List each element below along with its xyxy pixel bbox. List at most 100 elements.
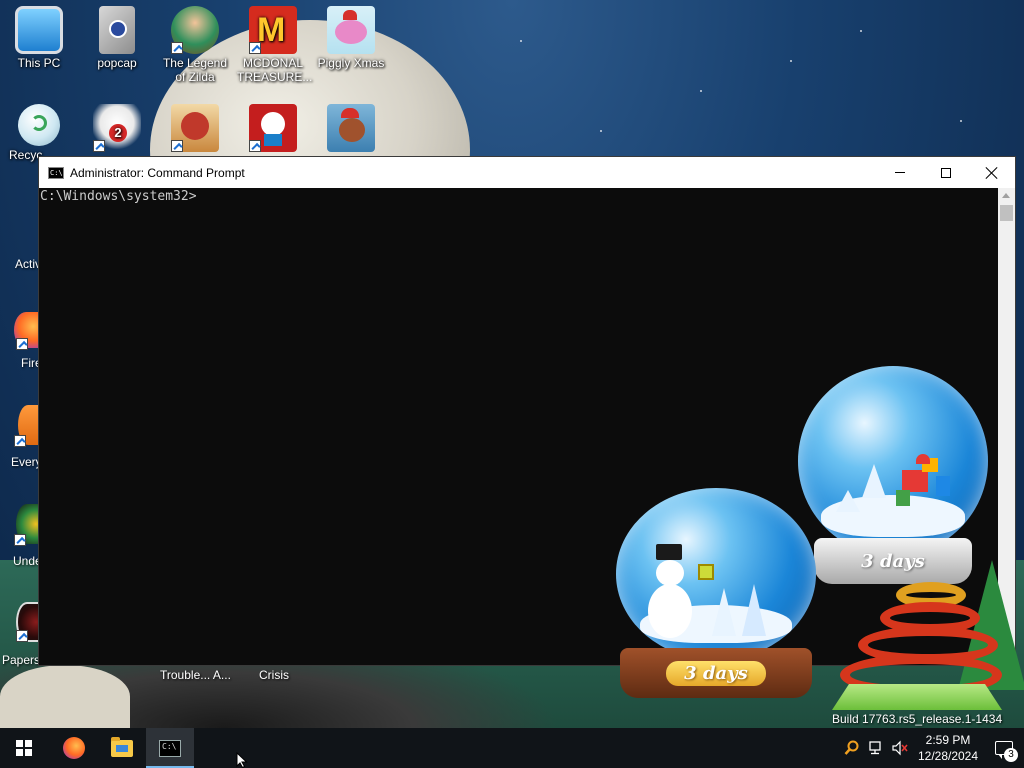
cmd-icon: C:\ bbox=[48, 166, 64, 179]
system-tray: 2:59 PM 12/28/2024 3 bbox=[840, 728, 1024, 768]
tree-icon bbox=[712, 588, 736, 636]
start-button[interactable] bbox=[0, 728, 48, 768]
angry-bird-icon bbox=[171, 104, 219, 152]
clock-time: 2:59 PM bbox=[925, 733, 971, 747]
desktop-icon-legend-of-zilda[interactable]: The Legend of Zilda bbox=[157, 6, 233, 84]
gift-icon bbox=[896, 490, 910, 506]
desktop-icon-seasons-game[interactable] bbox=[157, 104, 233, 156]
firefox-shortcut-icon[interactable] bbox=[14, 312, 38, 350]
wallpaper-star bbox=[520, 40, 522, 42]
mcdonalds-logo-icon: M bbox=[249, 6, 297, 54]
game-character-icon bbox=[171, 6, 219, 54]
clock-date: 12/28/2024 bbox=[917, 749, 979, 763]
firefox-icon bbox=[63, 737, 85, 759]
scroll-up-arrow-icon[interactable] bbox=[1002, 193, 1010, 198]
wallpaper-star bbox=[960, 120, 962, 122]
volume-tray-icon[interactable] bbox=[888, 728, 912, 768]
window-titlebar[interactable]: C:\ Administrator: Command Prompt bbox=[39, 157, 1015, 188]
taskbar: C:\ 2:59 PM 12/28/2024 3 bbox=[0, 728, 1024, 768]
snowman-body bbox=[648, 584, 692, 638]
action-center-button[interactable]: 3 bbox=[984, 728, 1024, 768]
desktop-icon-chicken-game[interactable]: 2 bbox=[79, 104, 155, 156]
build-watermark: Build 17763.rs5_release.1-1434 bbox=[832, 712, 1003, 726]
pig-icon bbox=[327, 6, 375, 54]
close-button[interactable] bbox=[969, 157, 1015, 188]
globe-base-left: 3 days bbox=[620, 648, 812, 698]
tree-icon bbox=[836, 490, 860, 512]
clock[interactable]: 2:59 PM 12/28/2024 bbox=[912, 732, 984, 764]
search-tray-icon[interactable] bbox=[840, 728, 864, 768]
shortcut-arrow-icon bbox=[14, 435, 26, 447]
windows-logo-icon bbox=[16, 740, 32, 756]
desktop-icon-this-pc[interactable]: This PC bbox=[1, 6, 77, 70]
countdown-label: 3 days bbox=[861, 550, 925, 572]
snowman-icon bbox=[249, 104, 297, 152]
top-hat-icon bbox=[656, 544, 682, 560]
wallpaper-star bbox=[700, 90, 702, 92]
magnifier-icon bbox=[844, 740, 859, 755]
shortcut-arrow-icon bbox=[93, 140, 105, 152]
desktop-icon-label: popcap bbox=[97, 56, 137, 70]
window-title: Administrator: Command Prompt bbox=[70, 165, 245, 180]
shortcut-arrow-icon bbox=[14, 534, 26, 546]
snow-globe-snowman[interactable] bbox=[616, 488, 816, 660]
shortcut-arrow-icon bbox=[249, 140, 261, 152]
snow-globe-gifts[interactable] bbox=[798, 366, 988, 556]
recycle-bin-icon bbox=[18, 104, 60, 146]
desktop-icon-label: This PC bbox=[17, 56, 61, 70]
gift-icon bbox=[902, 470, 928, 492]
maximize-icon bbox=[941, 167, 951, 178]
desktop-icon-papers-label[interactable]: Papers bbox=[2, 653, 40, 667]
monitor-icon bbox=[15, 6, 63, 54]
desktop-icon-piggly-xmas[interactable]: Piggly Xmas bbox=[313, 6, 389, 70]
shortcut-arrow-icon bbox=[171, 140, 183, 152]
desktop-icon-label: MCDONAL TREASURE... bbox=[237, 56, 313, 84]
desktop-icon-teddy-bear[interactable] bbox=[313, 104, 389, 156]
gadget-base bbox=[832, 684, 1002, 710]
minimize-icon bbox=[895, 172, 905, 173]
taskbar-file-explorer-button[interactable] bbox=[98, 728, 146, 768]
desktop-icon-recycle-bin[interactable]: Recyc bbox=[1, 104, 77, 162]
tree-icon bbox=[862, 464, 886, 498]
notification-badge: 3 bbox=[1004, 748, 1018, 762]
scrollbar-thumb[interactable] bbox=[1000, 205, 1013, 221]
shortcut-arrow-icon bbox=[16, 338, 28, 350]
countdown-plate: 3 days bbox=[666, 660, 766, 686]
volume-muted-icon bbox=[892, 740, 908, 756]
folder-icon bbox=[99, 6, 135, 54]
gift-icon bbox=[936, 476, 950, 496]
maximize-button[interactable] bbox=[923, 157, 969, 188]
file-explorer-icon bbox=[111, 736, 133, 757]
taskbar-command-prompt-button[interactable]: C:\ bbox=[146, 728, 194, 768]
undertale-shortcut-icon[interactable] bbox=[14, 504, 38, 546]
desktop-icon-crisis-label[interactable]: Crisis bbox=[259, 668, 289, 682]
shortcut-arrow-icon bbox=[171, 42, 183, 54]
countdown-label: 3 days bbox=[684, 662, 748, 684]
tree-icon bbox=[742, 584, 766, 636]
network-tray-icon[interactable] bbox=[864, 728, 888, 768]
papers-shortcut-icon[interactable] bbox=[16, 602, 38, 642]
command-prompt-icon: C:\ bbox=[159, 739, 181, 757]
everything-shortcut-icon[interactable] bbox=[14, 405, 38, 447]
console-prompt: C:\Windows\system32> bbox=[40, 189, 197, 204]
santa-hat-icon bbox=[916, 454, 930, 464]
taskbar-firefox-button[interactable] bbox=[50, 728, 98, 768]
shortcut-arrow-icon bbox=[249, 42, 261, 54]
mouse-cursor-icon bbox=[236, 752, 248, 768]
gift-icon bbox=[698, 564, 714, 580]
desktop-icon-trouble-label[interactable]: Trouble... A... bbox=[160, 668, 231, 682]
desktop-icon-mcdonal-treasure[interactable]: M MCDONAL TREASURE... bbox=[235, 6, 313, 84]
wallpaper-star bbox=[860, 30, 862, 32]
wallpaper-star bbox=[600, 130, 602, 132]
shortcut-arrow-icon bbox=[16, 630, 28, 642]
desktop-icon-label: Piggly Xmas bbox=[317, 56, 385, 70]
desktop-icon-snowman-game[interactable] bbox=[235, 104, 311, 156]
chicken-icon: 2 bbox=[93, 104, 141, 152]
teddy-bear-icon bbox=[327, 104, 375, 152]
close-icon bbox=[986, 167, 998, 179]
snowman-icon bbox=[656, 560, 684, 586]
desktop-icon-label: The Legend of Zilda bbox=[162, 56, 228, 84]
minimize-button[interactable] bbox=[877, 157, 923, 188]
desktop-icon-popcap[interactable]: popcap bbox=[79, 6, 155, 70]
wallpaper-star bbox=[790, 60, 792, 62]
